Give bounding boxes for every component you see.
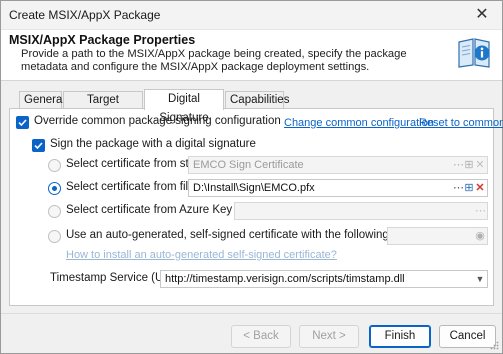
password-field[interactable] — [387, 227, 488, 245]
tab-digital-signature[interactable]: Digital Signature — [144, 89, 224, 124]
close-icon[interactable]: ✕ — [472, 5, 492, 25]
show-password-icon[interactable]: ◉ — [475, 228, 485, 244]
radio-cert-azure[interactable] — [48, 205, 61, 218]
chevron-down-icon[interactable]: ▼ — [475, 271, 485, 287]
radio-cert-file[interactable] — [48, 182, 61, 195]
cert-store-value: EMCO Sign Certificate — [193, 159, 304, 171]
dialog-window: Create MSIX/AppX Package ✕ MSIX/AppX Pac… — [0, 0, 503, 354]
browse-file-icon[interactable]: ⋯ — [453, 180, 464, 196]
page-description: Provide a path to the MSIX/AppX package … — [21, 48, 407, 73]
timestamp-url-field[interactable]: http://timestamp.verisign.com/scripts/ti… — [160, 270, 488, 288]
sign-package-checkbox[interactable] — [32, 139, 45, 152]
page-title: MSIX/AppX Package Properties — [9, 33, 196, 47]
override-label: Override common package signing configur… — [34, 115, 281, 127]
cert-store-field[interactable]: EMCO Sign Certificate — [188, 156, 488, 174]
book-info-icon — [458, 38, 490, 68]
reset-to-common-link[interactable]: Reset to common — [419, 117, 503, 129]
back-button[interactable]: < Back — [231, 325, 291, 348]
cert-azure-field[interactable] — [234, 202, 488, 220]
view-file-icon[interactable]: ⊞ — [464, 180, 474, 196]
radio-cert-auto[interactable] — [48, 230, 61, 243]
view-store-icon[interactable]: ⊞ — [464, 157, 474, 173]
resize-grip-icon[interactable] — [490, 341, 499, 350]
cert-file-field[interactable]: D:\Install\Sign\EMCO.pfx — [188, 179, 488, 197]
browse-store-icon[interactable]: ⋯ — [453, 157, 464, 173]
clear-file-icon[interactable]: ✕ — [475, 180, 485, 196]
window-title: Create MSIX/AppX Package — [9, 8, 161, 22]
timestamp-url-value: http://timestamp.verisign.com/scripts/ti… — [165, 273, 405, 285]
override-checkbox[interactable] — [16, 116, 29, 129]
clear-store-icon[interactable]: ✕ — [475, 157, 485, 173]
sign-package-label: Sign the package with a digital signatur… — [50, 138, 256, 150]
footer-divider — [1, 313, 502, 314]
browse-azure-icon[interactable]: ⋯ — [475, 203, 486, 219]
page-header: MSIX/AppX Package Properties Provide a p… — [1, 29, 502, 81]
cert-file-value: D:\Install\Sign\EMCO.pfx — [193, 182, 315, 194]
cancel-button[interactable]: Cancel — [439, 325, 496, 348]
radio-cert-store[interactable] — [48, 159, 61, 172]
cert-file-label: Select certificate from file: — [66, 181, 198, 193]
finish-button[interactable]: Finish — [369, 325, 431, 348]
next-button[interactable]: Next > — [299, 325, 359, 348]
change-common-configuration-link[interactable]: Change common configuration — [284, 117, 434, 129]
title-bar: Create MSIX/AppX Package ✕ — [1, 1, 502, 29]
digital-signature-panel: Override common package signing configur… — [9, 108, 503, 306]
how-to-install-link[interactable]: How to install an auto-generated self-si… — [66, 249, 337, 261]
